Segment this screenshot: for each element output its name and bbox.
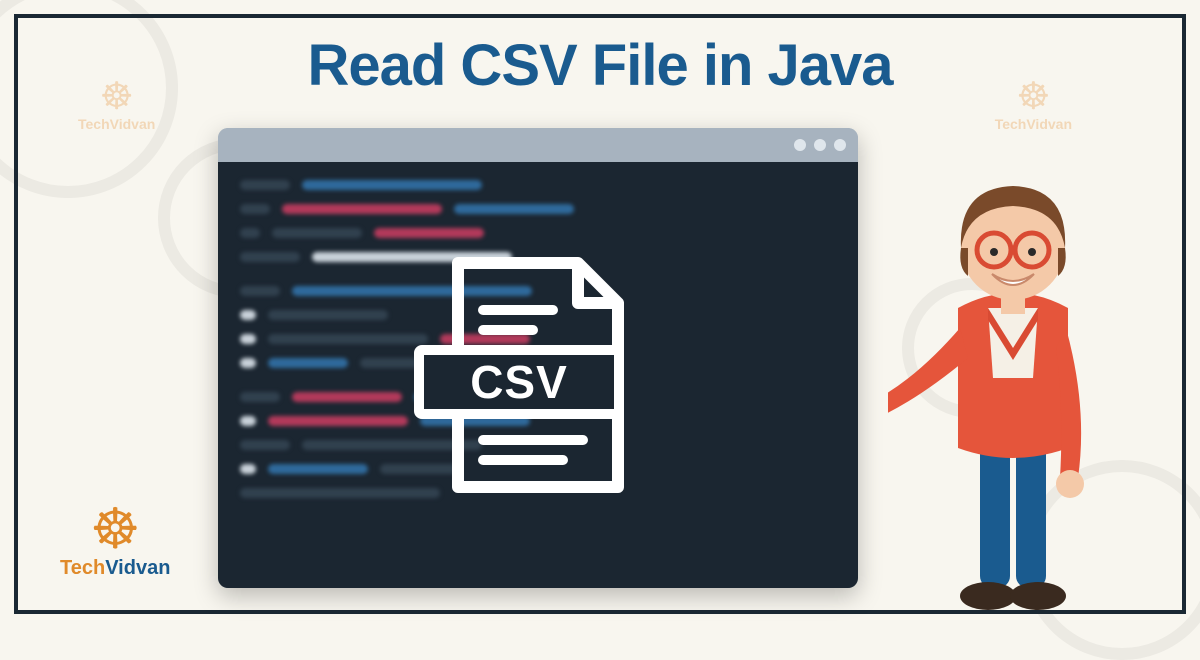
person-illustration — [888, 148, 1128, 618]
brand-logo: ☸ TechVidvan — [60, 501, 170, 580]
frame-border: ☸TechVidvan ☸TechVidvan ☸TechVidvan ☸Tec… — [14, 14, 1186, 614]
brand-vidvan: Vidvan — [105, 557, 170, 579]
page-title: Read CSV File in Java — [18, 18, 1182, 99]
illustration-stage: CSV — [18, 128, 1182, 610]
csv-label: CSV — [414, 345, 624, 419]
window-dot-icon — [794, 139, 806, 151]
code-content: CSV — [218, 162, 858, 588]
window-titlebar — [218, 128, 858, 162]
window-dot-icon — [834, 139, 846, 151]
csv-file-icon: CSV — [438, 255, 638, 495]
code-window: CSV — [218, 128, 858, 588]
window-dot-icon — [814, 139, 826, 151]
brand-tech: Tech — [60, 557, 105, 579]
buddha-icon: ☸ — [60, 501, 170, 557]
